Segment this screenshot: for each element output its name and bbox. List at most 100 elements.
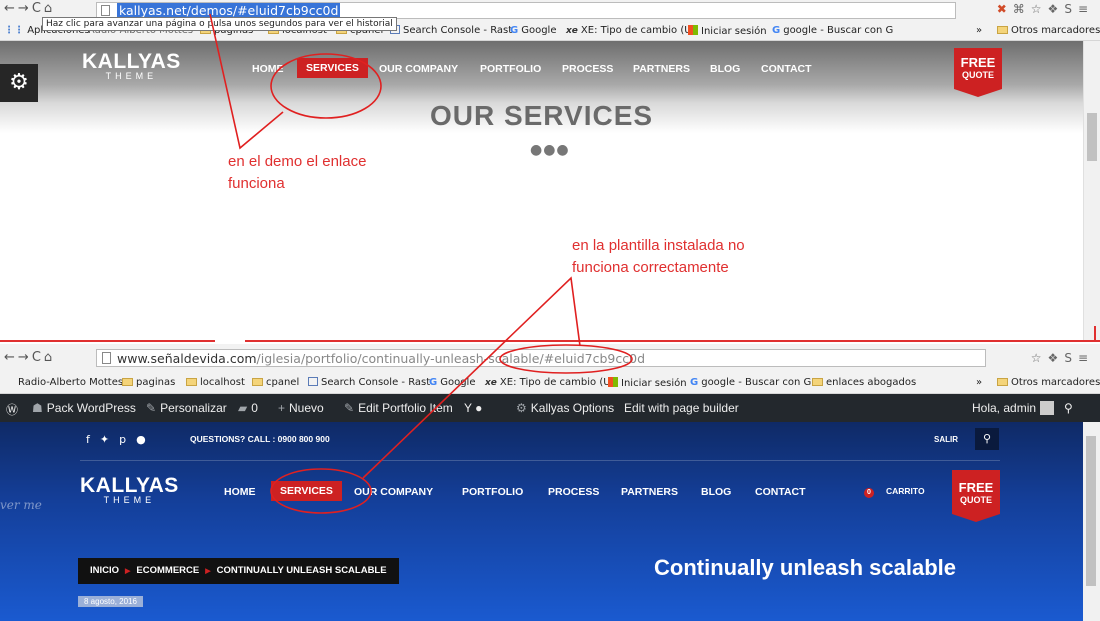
bookmarks-overflow[interactable]: » xyxy=(976,25,982,36)
bookmarks-overflow[interactable]: » xyxy=(976,377,982,388)
bookmark-google-search[interactable]: Ggoogle - Buscar con G xyxy=(772,25,893,36)
wp-user-greeting[interactable]: Hola, admin xyxy=(972,401,1055,415)
twitter-icon[interactable]: ✦ xyxy=(100,433,119,446)
demo-menu-contact[interactable]: CONTACT xyxy=(761,63,812,75)
search-console-icon xyxy=(308,377,318,386)
wp-new-link[interactable]: + Nuevo xyxy=(278,401,324,415)
site-menu-home[interactable]: HOME xyxy=(224,486,256,498)
bookmark-cpanel[interactable]: cpanel xyxy=(252,377,299,388)
dropbox-icon[interactable]: ❖ xyxy=(1048,2,1065,16)
scrollbar-2[interactable] xyxy=(1083,422,1100,621)
facebook-icon[interactable]: f xyxy=(86,433,100,446)
site-free-quote-badge[interactable]: FREE QUOTE xyxy=(952,470,1000,522)
bookmark-other[interactable]: Otros marcadores xyxy=(997,377,1100,388)
gear-icon[interactable]: ⚙ xyxy=(0,64,38,102)
breadcrumb-ecommerce[interactable]: ECOMMERCE xyxy=(136,565,199,576)
url-text-2[interactable]: www.señaldevida.com/iglesia/portfolio/co… xyxy=(117,351,645,366)
demo-menu-partners[interactable]: PARTNERS xyxy=(633,63,690,75)
demo-menu-process[interactable]: PROCESS xyxy=(562,63,613,75)
forward-arrow-icon[interactable]: → xyxy=(18,350,32,365)
breadcrumb-home[interactable]: INICIO xyxy=(90,565,119,576)
plus-icon: + xyxy=(278,401,286,415)
back-arrow-icon[interactable]: ← xyxy=(4,1,18,16)
wp-edit-link[interactable]: ✎ Edit Portfolio Item xyxy=(344,401,453,415)
demo-menu-portfolio[interactable]: PORTFOLIO xyxy=(480,63,541,75)
bookmark-xe[interactable]: xe XE: Tipo de cambio (U xyxy=(566,25,692,36)
dropbox-icon[interactable]: ❖ xyxy=(1048,351,1065,365)
home-icon[interactable]: ⌂ xyxy=(44,1,55,16)
separator-gap xyxy=(215,338,245,344)
breadcrumb-current: CONTINUALLY UNLEASH SCALABLE xyxy=(216,565,387,576)
reload-icon[interactable]: C xyxy=(32,350,44,365)
scrollbar-thumb[interactable] xyxy=(1086,436,1096,586)
yoast-icon[interactable]: Y ● xyxy=(464,401,482,415)
demo-free-quote-badge[interactable]: FREE QUOTE xyxy=(954,48,1002,97)
site-menu-process[interactable]: PROCESS xyxy=(548,486,599,498)
wp-kallyas-options[interactable]: ⚙ Kallyas Options xyxy=(516,401,614,415)
scrollbar-thumb[interactable] xyxy=(1087,113,1097,161)
toolbar-icons-2: ☆❖S≡ xyxy=(1031,351,1094,365)
bookmark-xe[interactable]: xe XE: Tipo de cambio (U xyxy=(485,377,611,388)
demo-logo[interactable]: KALLYAS THEME xyxy=(82,50,181,81)
address-bar-2[interactable]: www.señaldevida.com/iglesia/portfolio/co… xyxy=(96,349,986,367)
bookmark-localhost[interactable]: localhost xyxy=(186,377,245,388)
bookmark-login[interactable]: Iniciar sesión xyxy=(688,25,767,37)
star-icon[interactable]: ☆ xyxy=(1031,2,1048,16)
bookmark-paginas[interactable]: paginas xyxy=(122,377,175,388)
scrollbar-1[interactable] xyxy=(1083,41,1100,341)
site-menu-company[interactable]: OUR COMPANY xyxy=(354,486,433,498)
dashboard-icon: ☗ xyxy=(32,401,43,415)
site-menu-partners[interactable]: PARTNERS xyxy=(621,486,678,498)
wp-comments-link[interactable]: ▰ 0 xyxy=(238,401,258,415)
pinterest-icon[interactable]: p xyxy=(119,433,136,446)
bookmark-search-console[interactable]: Search Console - Rast xyxy=(390,25,512,36)
folder-icon xyxy=(997,26,1008,34)
star-icon[interactable]: ☆ xyxy=(1031,351,1048,365)
menu-icon[interactable]: ≡ xyxy=(1078,351,1094,365)
menu-icon[interactable]: ≡ xyxy=(1078,2,1094,16)
wordpress-logo-icon[interactable]: Ⓦ xyxy=(6,401,18,418)
site-menu-portfolio[interactable]: PORTFOLIO xyxy=(462,486,523,498)
extension-icon[interactable]: ✖ xyxy=(997,2,1013,16)
demo-menu-blog[interactable]: BLOG xyxy=(710,63,740,75)
google-icon: G xyxy=(690,377,699,388)
microsoft-icon xyxy=(688,25,698,35)
site-menu-contact[interactable]: CONTACT xyxy=(755,486,806,498)
demo-menu-services[interactable]: SERVICES xyxy=(297,58,368,78)
dribbble-icon[interactable]: ● xyxy=(136,433,156,446)
search-icon[interactable]: ⚲ xyxy=(1064,401,1073,415)
breadcrumb: INICIO ▶ ECOMMERCE ▶ CONTINUALLY UNLEASH SCA… xyxy=(78,558,399,584)
bookmark-other[interactable]: Otros marcadores xyxy=(997,25,1100,36)
translate-icon[interactable]: ⌘ xyxy=(1013,2,1031,16)
bookmark-radio[interactable]: Radio-Alberto Mottes xyxy=(18,377,123,388)
bookmark-search-console[interactable]: Search Console - Rast xyxy=(308,377,430,388)
bookmark-google[interactable]: G Google xyxy=(429,377,475,388)
site-menu-blog[interactable]: BLOG xyxy=(701,486,731,498)
follow-me-script: ver me xyxy=(0,498,42,512)
bookmark-google[interactable]: G Google xyxy=(510,25,556,36)
breadcrumb-sep-icon: ▶ xyxy=(205,568,211,575)
skype-icon[interactable]: S xyxy=(1064,2,1078,16)
wp-pack-link[interactable]: ☗ Pack WordPress xyxy=(32,401,136,415)
reload-icon[interactable]: C xyxy=(32,1,44,16)
home-icon[interactable]: ⌂ xyxy=(44,350,55,365)
site-menu-services[interactable]: SERVICES xyxy=(271,481,342,501)
bookmark-enlaces[interactable]: enlaces abogados xyxy=(812,377,916,388)
search-button[interactable]: ⚲ xyxy=(975,428,999,450)
forward-arrow-icon[interactable]: → xyxy=(18,1,32,16)
nav-buttons: ←→C⌂ xyxy=(4,1,55,16)
microsoft-icon xyxy=(608,377,618,387)
logout-link[interactable]: SALIR xyxy=(934,435,958,444)
bookmark-login[interactable]: Iniciar sesión xyxy=(608,377,687,389)
cart-link[interactable]: 0 CARRITO xyxy=(864,486,925,498)
demo-menu-company[interactable]: OUR COMPANY xyxy=(379,63,458,75)
back-arrow-icon[interactable]: ← xyxy=(4,350,18,365)
demo-menu-home[interactable]: HOME xyxy=(252,63,284,75)
bookmark-google-search[interactable]: Ggoogle - Buscar con G xyxy=(690,377,811,388)
url-text[interactable]: kallyas.net/demos/#eluid7cb9cc0d xyxy=(117,3,341,18)
wp-customize-link[interactable]: ✎ Personalizar xyxy=(146,401,227,415)
site-logo[interactable]: KALLYAS THEME xyxy=(80,474,179,505)
google-icon: G xyxy=(772,25,781,36)
skype-icon[interactable]: S xyxy=(1064,351,1078,365)
wp-page-builder[interactable]: Edit with page builder xyxy=(624,401,739,415)
